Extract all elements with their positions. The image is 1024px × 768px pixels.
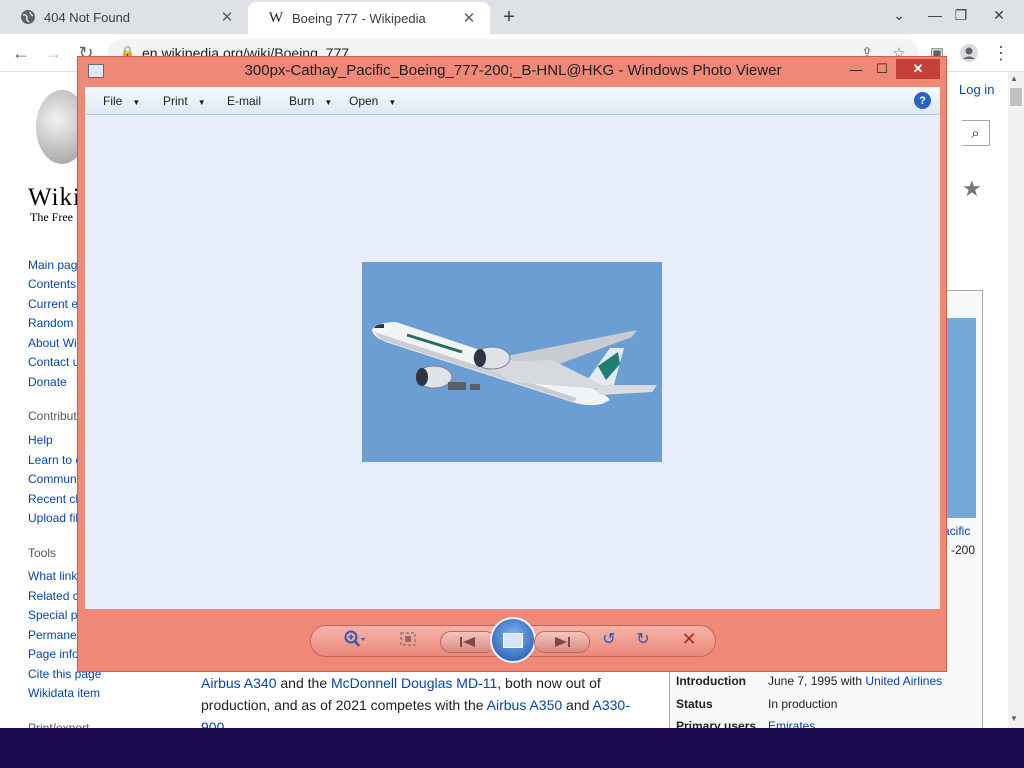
menu-file[interactable]: File ▼ [103, 94, 140, 108]
previous-icon[interactable] [440, 631, 496, 653]
menu-label: File [103, 94, 123, 108]
dropdown-arrow-icon: ▼ [132, 98, 141, 107]
slideshow-icon[interactable] [490, 617, 536, 663]
scroll-up-icon[interactable]: ▲ [1010, 74, 1018, 83]
nav-contents[interactable]: Contents [28, 277, 76, 291]
globe-icon [20, 9, 36, 25]
nav-main-page[interactable]: Main page [28, 258, 84, 272]
text-span: production, and as of 2021 competes with… [201, 697, 487, 713]
menu-email[interactable]: E-mail [227, 94, 261, 108]
nav-community[interactable]: Commun [28, 472, 77, 486]
photo-viewer-menubar: File ▼ Print ▼ E-mail Burn ▼ Open ▼ ? [85, 87, 940, 115]
airplane-illustration [362, 262, 662, 462]
dropdown-arrow-icon: ▼ [197, 98, 206, 107]
infobox-key-introduction: Introduction [676, 674, 746, 688]
wikipedia-wordmark: Wiki [28, 184, 81, 211]
menu-label: Open [349, 94, 379, 108]
tab-search-icon[interactable]: ⌄ [884, 2, 914, 28]
nav-recent-changes[interactable]: Recent ch [28, 492, 82, 506]
nav-help[interactable]: Help [28, 433, 53, 447]
close-tab-icon[interactable]: ✕ [460, 9, 478, 27]
taskbar [0, 728, 1024, 768]
introduction-date: June 7, 1995 with [768, 674, 866, 688]
page-scrollbar[interactable] [1008, 72, 1024, 728]
login-link[interactable]: Log in [959, 82, 994, 97]
nav-random[interactable]: Random [28, 316, 73, 330]
united-airlines-link[interactable]: United Airlines [865, 674, 942, 688]
nav-wikidata-item[interactable]: Wikidata item [28, 686, 100, 700]
rotate-right-icon[interactable]: ↻ [630, 628, 656, 650]
nav-special-pages[interactable]: Special p [28, 608, 77, 622]
photo-canvas [85, 115, 940, 609]
watch-star-icon[interactable]: ★ [962, 176, 982, 202]
nav-current-events[interactable]: Current e [28, 297, 78, 311]
menu-kebab-icon[interactable]: ⋮ [990, 42, 1012, 64]
tab-title: 404 Not Found [44, 9, 131, 25]
close-icon[interactable]: ✕ [896, 59, 940, 79]
tab-boeing-777-wikipedia[interactable]: W Boeing 777 - Wikipedia ✕ [248, 2, 490, 34]
actual-size-icon[interactable] [396, 628, 420, 650]
photo-viewer-title: 300px-Cathay_Pacific_Boeing_777-200;_B-H… [244, 62, 782, 79]
airbus-a340-link[interactable]: Airbus A340 [201, 675, 277, 691]
dropdown-arrow-icon: ▼ [324, 98, 333, 107]
dropdown-arrow-icon: ▼ [388, 98, 397, 107]
restore-icon[interactable]: ❐ [946, 2, 976, 28]
menu-print[interactable]: Print ▼ [163, 94, 206, 108]
scrollbar-thumb[interactable] [1010, 88, 1022, 106]
text-span: , both now out of [497, 675, 601, 691]
tools-heading: Tools [28, 546, 57, 560]
contribute-heading: Contribut [28, 409, 77, 423]
search-icon[interactable]: ⌕ [962, 120, 990, 146]
menu-open[interactable]: Open ▼ [349, 94, 396, 108]
nav-learn-to-edit[interactable]: Learn to e [28, 453, 82, 467]
help-icon[interactable]: ? [914, 92, 931, 109]
infobox-caption-1[interactable]: acific [943, 524, 970, 538]
nav-donate[interactable]: Donate [28, 375, 67, 389]
infobox-value-introduction: June 7, 1995 with United Airlines [768, 674, 942, 688]
airplane-photo [362, 262, 662, 462]
nav-what-links-here[interactable]: What link [28, 569, 77, 583]
nav-contact[interactable]: Contact u [28, 355, 79, 369]
text-span: and [562, 697, 593, 713]
infobox-caption-2: -200 [951, 543, 976, 557]
menu-label: Print [163, 94, 188, 108]
nav-related-changes[interactable]: Related c [28, 589, 79, 603]
menu-label: E-mail [227, 94, 262, 108]
rotate-left-icon[interactable]: ↺ [596, 628, 622, 650]
infobox-key-status: Status [676, 697, 713, 711]
a330-900-link[interactable]: A330- [593, 697, 630, 713]
nav-upload-file[interactable]: Upload fil [28, 511, 78, 525]
tab-title: Boeing 777 - Wikipedia [292, 10, 426, 26]
back-icon[interactable]: ← [10, 42, 32, 64]
menu-label: Burn [289, 94, 315, 108]
text-span: and the [276, 675, 331, 691]
profile-avatar-icon[interactable] [958, 42, 980, 64]
article-text-line-2: production, and as of 2021 competes with… [201, 697, 630, 713]
delete-icon[interactable]: ✕ [676, 628, 702, 650]
close-tab-icon[interactable]: ✕ [218, 8, 236, 26]
wikipedia-w-icon: W [268, 9, 284, 26]
photo-viewer-window: 300px-Cathay_Pacific_Boeing_777-200;_B-H… [77, 56, 947, 672]
browser-tab-strip: 404 Not Found ✕ W Boeing 777 - Wikipedia… [0, 0, 1024, 34]
minimize-icon[interactable]: — [844, 59, 868, 79]
new-tab-button[interactable]: + [497, 6, 521, 28]
nav-permanent-link[interactable]: Permane [28, 628, 77, 642]
article-text-line-1: Airbus A340 and the McDonnell Douglas MD… [201, 675, 601, 691]
close-window-icon[interactable]: ✕ [984, 2, 1014, 28]
infobox-value-status: In production [768, 697, 838, 711]
next-icon[interactable] [534, 631, 590, 653]
airbus-a350-link[interactable]: Airbus A350 [487, 697, 563, 713]
nav-page-info[interactable]: Page info [28, 647, 79, 661]
scroll-down-icon[interactable]: ▼ [1010, 714, 1018, 723]
forward-icon[interactable]: → [42, 42, 64, 64]
nav-about[interactable]: About Wi [28, 336, 77, 350]
menu-burn[interactable]: Burn ▼ [289, 94, 332, 108]
slideshow-screen-icon [503, 632, 523, 648]
md-11-link[interactable]: McDonnell Douglas MD-11 [331, 675, 497, 691]
tab-404-not-found[interactable]: 404 Not Found ✕ [0, 0, 248, 34]
wikipedia-tagline: The Free [30, 210, 73, 224]
maximize-icon[interactable]: ☐ [870, 59, 894, 79]
zoom-icon[interactable] [338, 628, 372, 650]
